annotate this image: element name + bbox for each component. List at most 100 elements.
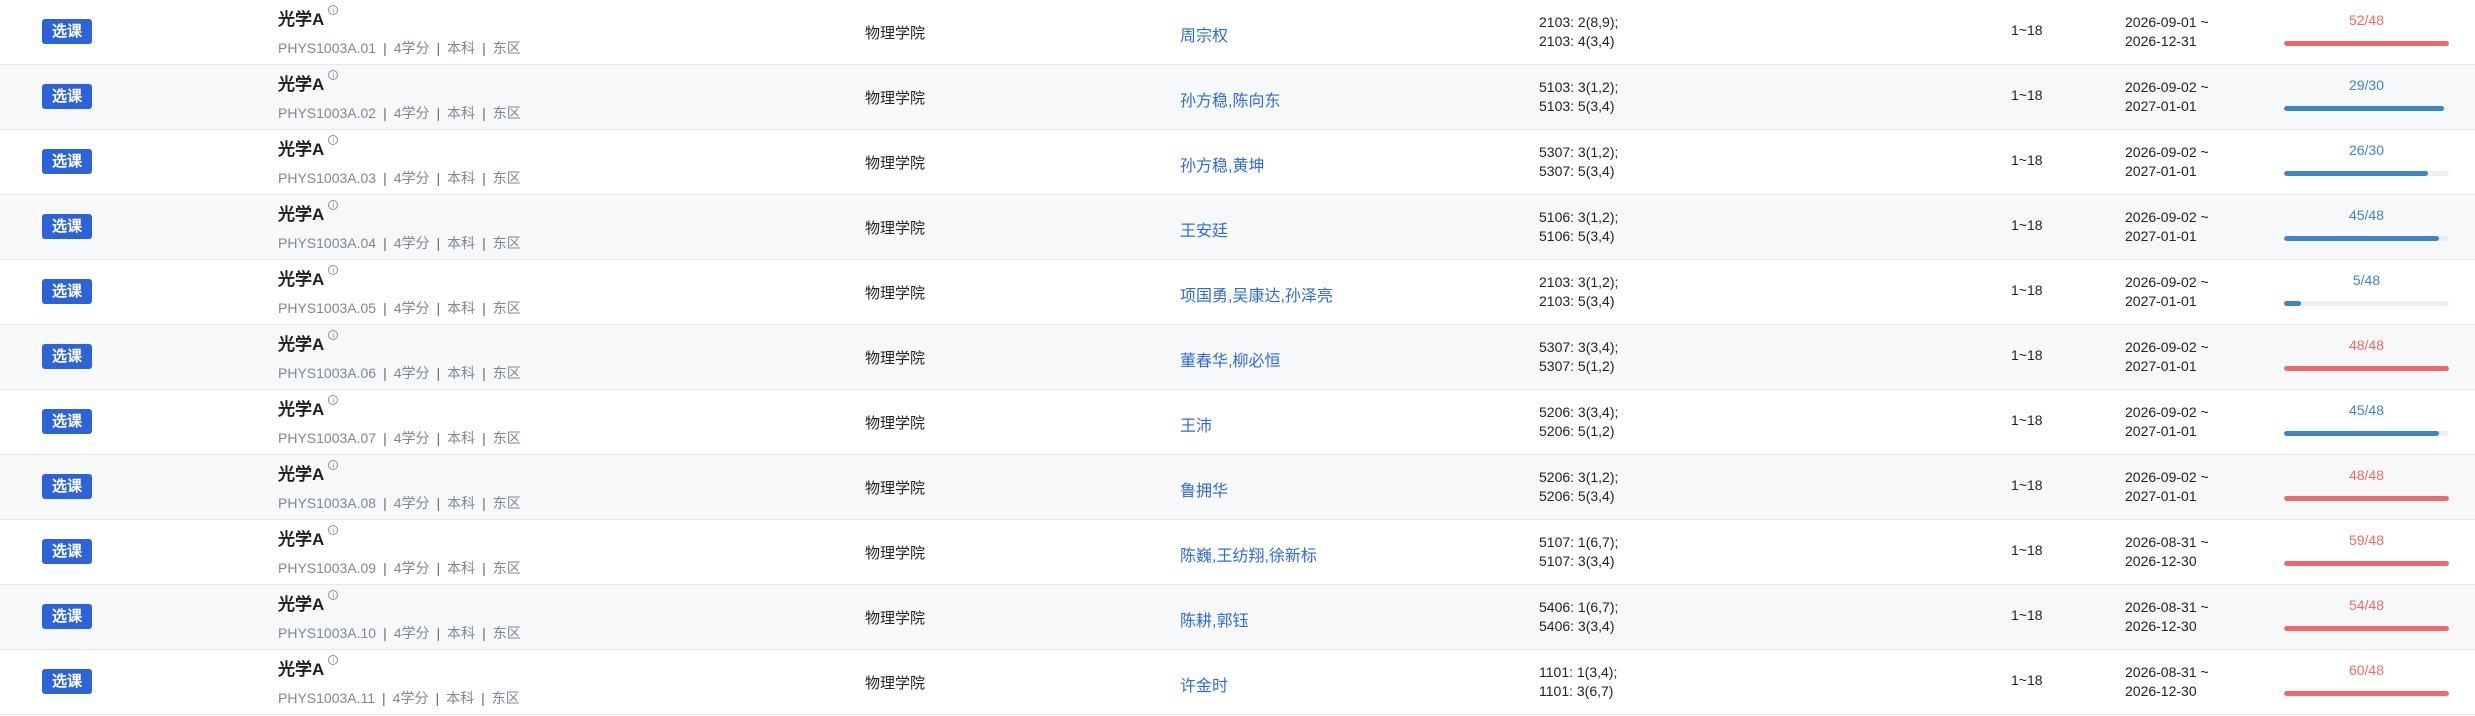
course-credits: 4学分 <box>393 235 430 251</box>
course-title-text[interactable]: 光学A <box>278 400 324 419</box>
course-title-text[interactable]: 光学A <box>278 140 324 159</box>
teacher-link[interactable]: 王沛 <box>1180 412 1212 436</box>
info-icon[interactable]: i <box>328 330 339 340</box>
select-course-button[interactable]: 选课 <box>42 214 92 239</box>
course-title-text[interactable]: 光学A <box>278 205 324 224</box>
course-meta: PHYS1003A.07 | 4学分 | 本科 | 东区 <box>278 428 521 448</box>
info-icon[interactable]: i <box>328 590 339 600</box>
course-title-text[interactable]: 光学A <box>278 335 324 354</box>
class-time: 5103: 3(1,2); 5103: 5(3,4) <box>1539 78 1618 116</box>
course-title-text[interactable]: 光学A <box>278 660 324 679</box>
info-icon[interactable]: i <box>328 5 339 15</box>
teacher-link[interactable]: 孙方稳,陈向东 <box>1180 87 1280 111</box>
date-end: 2026-12-30 <box>2125 553 2197 569</box>
info-icon[interactable]: i <box>328 655 339 665</box>
course-campus: 东区 <box>492 560 521 576</box>
course-title[interactable]: 光学A i <box>278 5 339 30</box>
school-name: 物理学院 <box>865 545 926 562</box>
teacher-link[interactable]: 许金时 <box>1180 672 1228 696</box>
teacher-link[interactable]: 陈耕,郭钰 <box>1180 607 1248 631</box>
separator: | <box>436 625 441 641</box>
info-icon[interactable]: i <box>328 200 339 210</box>
teacher-link[interactable]: 项国勇,吴康达,孙泽亮 <box>1180 282 1333 306</box>
course-level: 本科 <box>447 365 476 381</box>
course-title-text[interactable]: 光学A <box>278 595 324 614</box>
teacher-link[interactable]: 周宗权 <box>1180 22 1228 46</box>
capacity-bar <box>2284 496 2449 501</box>
course-code: PHYS1003A.10 <box>278 625 377 641</box>
date-range: 2026-09-02 ~ 2027-01-01 <box>2125 338 2209 376</box>
select-course-button[interactable]: 选课 <box>42 344 92 369</box>
table-row: 选课 光学A i PHYS1003A.04 | 4学分 | 本科 | 东区 物理学院 王安廷 … <box>0 195 2475 260</box>
capacity-label: 5/48 <box>2352 272 2381 288</box>
weeks: 1~18 <box>2011 607 2043 623</box>
course-title[interactable]: 光学A i <box>278 70 339 95</box>
separator: | <box>382 690 386 706</box>
teacher-link[interactable]: 鲁拥华 <box>1180 477 1228 501</box>
course-code: PHYS1003A.05 <box>278 300 377 316</box>
info-icon[interactable]: i <box>328 460 339 470</box>
info-icon[interactable]: i <box>328 395 339 405</box>
select-course-button[interactable]: 选课 <box>42 409 92 434</box>
select-course-button[interactable]: 选课 <box>42 19 92 44</box>
separator: | <box>436 235 441 251</box>
teacher-link[interactable]: 董春华,柳必恒 <box>1180 347 1280 371</box>
course-campus: 东区 <box>492 235 521 251</box>
course-title[interactable]: 光学A i <box>278 200 339 225</box>
class-time-line: 5307: 3(3,4); <box>1539 339 1619 355</box>
teacher-link[interactable]: 王安廷 <box>1180 217 1228 241</box>
teacher-link[interactable]: 孙方稳,黄坤 <box>1180 152 1264 176</box>
course-credits: 4学分 <box>393 40 430 56</box>
course-title[interactable]: 光学A i <box>278 265 339 290</box>
table-row: 选课 光学A i PHYS1003A.10 | 4学分 | 本科 | 东区 物理学院 陈耕,郭… <box>0 585 2475 650</box>
separator: | <box>436 105 441 121</box>
separator: | <box>482 365 486 381</box>
course-title[interactable]: 光学A i <box>278 525 339 550</box>
info-icon[interactable]: i <box>328 525 339 535</box>
class-time: 5307: 3(1,2); 5307: 5(3,4) <box>1539 143 1618 181</box>
teacher-link[interactable]: 陈巍,王纺翔,徐新标 <box>1180 542 1317 566</box>
course-title-text[interactable]: 光学A <box>278 270 324 289</box>
weeks: 1~18 <box>2011 87 2043 103</box>
course-title[interactable]: 光学A i <box>278 395 339 420</box>
course-title[interactable]: 光学A i <box>278 135 339 160</box>
date-end: 2027-01-01 <box>2125 98 2197 114</box>
course-title-text[interactable]: 光学A <box>278 75 324 94</box>
select-course-button[interactable]: 选课 <box>42 279 92 304</box>
select-course-button[interactable]: 选课 <box>42 669 92 694</box>
capacity-bar <box>2284 691 2449 696</box>
select-course-button[interactable]: 选课 <box>42 84 92 109</box>
table-row: 选课 光学A i PHYS1003A.05 | 4学分 | 本科 | 东区 物理学院 项国勇,… <box>0 260 2475 325</box>
course-title-text[interactable]: 光学A <box>278 465 324 484</box>
class-time-line: 5106: 3(1,2); <box>1539 209 1619 225</box>
info-icon[interactable]: i <box>328 135 339 145</box>
separator: | <box>482 40 486 56</box>
course-code: PHYS1003A.09 <box>278 560 377 576</box>
course-title[interactable]: 光学A i <box>278 460 339 485</box>
capacity: 45/48 <box>2284 402 2449 442</box>
weeks: 1~18 <box>2011 477 2043 493</box>
date-range: 2026-09-02 ~ 2027-01-01 <box>2125 403 2209 441</box>
select-course-button[interactable]: 选课 <box>42 604 92 629</box>
school-name: 物理学院 <box>865 90 926 107</box>
course-title[interactable]: 光学A i <box>278 330 339 355</box>
info-icon[interactable]: i <box>328 265 339 275</box>
course-title-text[interactable]: 光学A <box>278 10 324 29</box>
capacity-bar <box>2284 106 2449 111</box>
school-name: 物理学院 <box>865 285 926 302</box>
course-title[interactable]: 光学A i <box>278 655 339 680</box>
separator: | <box>383 235 387 251</box>
select-course-button[interactable]: 选课 <box>42 149 92 174</box>
date-end: 2027-01-01 <box>2125 293 2197 309</box>
course-title[interactable]: 光学A i <box>278 590 339 615</box>
select-course-button[interactable]: 选课 <box>42 474 92 499</box>
separator: | <box>436 170 441 186</box>
select-course-button[interactable]: 选课 <box>42 539 92 564</box>
course-credits: 4学分 <box>393 365 430 381</box>
table-row: 选课 光学A i PHYS1003A.01 | 4学分 | 本科 | 东区 物理学院 周宗权 … <box>0 0 2475 65</box>
capacity-label: 29/30 <box>2348 77 2385 93</box>
course-title-text[interactable]: 光学A <box>278 530 324 549</box>
course-code: PHYS1003A.06 <box>278 365 377 381</box>
separator: | <box>436 495 441 511</box>
info-icon[interactable]: i <box>328 70 339 80</box>
